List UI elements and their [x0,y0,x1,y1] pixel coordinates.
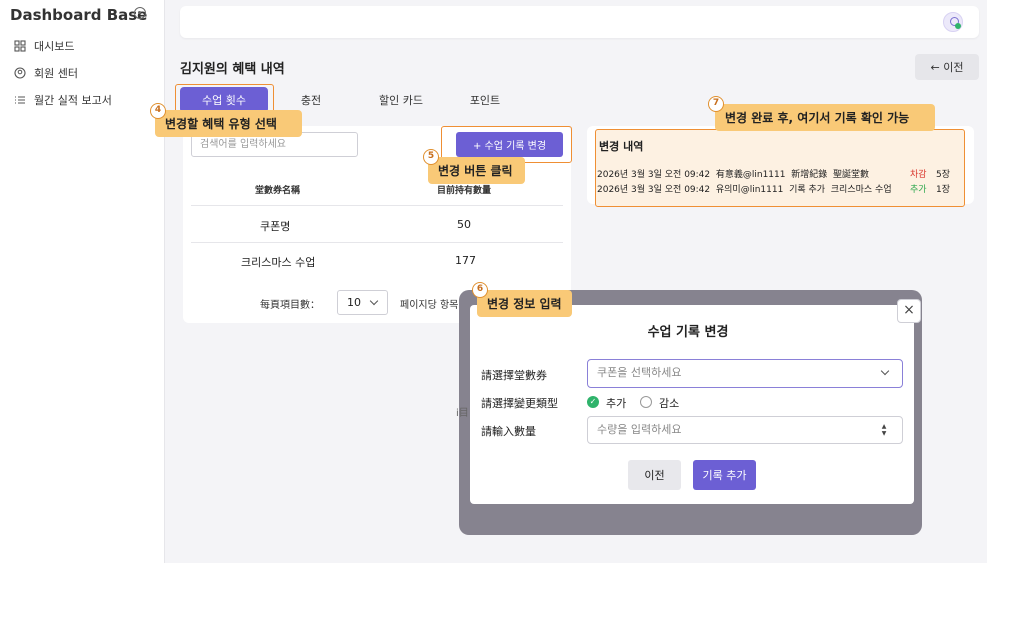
radio-add-label: 추가 [606,397,627,410]
change-type-label: 請選擇變更類型 [481,397,558,410]
quantity-label: 請輸入數量 [481,425,536,438]
chevron-down-icon [369,296,379,306]
callout-step-5: 변경 버튼 클릭 [428,157,525,184]
callout-step-6: 변경 정보 입력 [477,290,572,317]
history-row: 2026년 3월 3일 오전 09:42 유의미@lin1111 기록 추가 크… [597,182,950,195]
history-item: 聖誕堂數 [832,170,869,180]
settings-icon[interactable] [134,7,146,19]
tab-discount-card[interactable]: 할인 카드 [370,87,432,113]
history-row: 2026년 3월 3일 오전 09:42 有意義@lin1111 新增紀錄 聖誕… [597,167,950,180]
top-bar [180,6,979,38]
ghost-text-fragment: i目 [456,408,469,419]
chevron-down-icon [880,366,890,376]
column-header-qty: 目前持有數量 [437,186,492,196]
close-icon[interactable]: × [897,299,921,323]
step-badge: 4 [150,103,166,119]
user-circle-icon [14,67,26,79]
sidebar-item-member-center[interactable]: 회원 센터 [14,65,78,81]
sidebar-item-label: 회원 센터 [34,67,78,80]
coupon-select-placeholder: 쿠폰을 선택하세요 [597,366,682,379]
page-size-select[interactable]: 10 [337,290,388,315]
history-user: 유의미@lin1111 [715,185,784,195]
page-title: 김지원의 혜택 내역 [180,62,285,77]
history-time: 2026년 3월 3일 오전 09:42 [597,170,711,180]
step-badge: 6 [472,282,488,298]
callout-text: 변경할 혜택 유형 선택 [165,117,277,131]
quantity-stepper-icon[interactable]: ▲ ▼ [880,423,888,437]
avatar[interactable] [943,12,963,32]
history-type: 차감 [910,170,927,180]
history-action: 新增紀錄 [791,170,828,180]
sidebar: Dashboard Base 대시보드 회원 센터 월간 실적 보고서 [0,0,165,563]
history-item: 크리스마스 수업 [830,185,892,195]
step-badge: 7 [708,96,724,112]
sidebar-item-label: 대시보드 [34,40,75,53]
table-cell-name: 쿠폰명 [260,220,291,233]
modal-add-record-button[interactable]: 기록 추가 [693,460,756,490]
callout-step-4: 변경할 혜택 유형 선택 [155,110,302,137]
row-divider [191,242,563,243]
callout-text: 변경 완료 후, 여기서 기록 확인 가능 [725,111,910,125]
radio-subtract[interactable] [640,396,652,408]
page-size-value: 10 [347,296,361,309]
callout-text: 변경 버튼 클릭 [438,164,513,178]
sidebar-item-label: 월간 실적 보고서 [34,94,112,107]
callout-step-7: 변경 완료 후, 여기서 기록 확인 가능 [715,104,935,131]
history-qty: 1장 [936,185,951,195]
table-cell-qty: 50 [457,218,471,231]
sidebar-item-dashboard[interactable]: 대시보드 [14,38,74,54]
coupon-select[interactable]: 쿠폰을 선택하세요 [587,359,903,388]
tab-points[interactable]: 포인트 [460,87,510,113]
history-user: 有意義@lin1111 [715,170,786,180]
step-badge: 5 [423,149,439,165]
quantity-input[interactable]: 수량을 입력하세요 [587,416,903,444]
page-size-label: 每頁項目數： [260,300,320,311]
column-header-name: 堂數券名稱 [255,186,301,196]
row-divider [191,205,563,206]
sidebar-item-monthly-report[interactable]: 월간 실적 보고서 [14,92,112,108]
table-cell-qty: 177 [455,254,476,267]
grid-icon [14,40,26,52]
table-cell-name: 크리스마스 수업 [241,256,316,269]
list-icon [14,94,26,106]
callout-text: 변경 정보 입력 [487,297,562,311]
modal-title: 수업 기록 변경 [647,325,729,340]
history-qty: 5장 [936,170,951,180]
radio-add[interactable]: ✓ [587,396,599,408]
coupon-label: 請選擇堂數券 [481,369,547,382]
history-type: 추가 [910,185,927,195]
brand-title: Dashboard Base [10,6,148,24]
history-time: 2026년 3월 3일 오전 09:42 [597,185,711,195]
history-action: 기록 추가 [789,185,826,195]
radio-subtract-label: 감소 [659,397,680,410]
history-title: 변경 내역 [599,140,644,153]
modal-prev-button[interactable]: 이전 [628,460,681,490]
back-button[interactable]: ← 이전 [915,54,979,80]
